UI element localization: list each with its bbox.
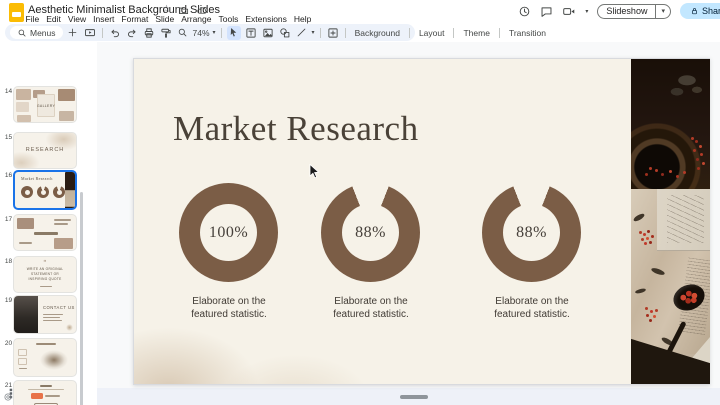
slideshow-dropdown-caret[interactable]: ▾ bbox=[655, 4, 670, 18]
layout-button[interactable]: Layout bbox=[415, 28, 449, 38]
donut-chart-2[interactable]: 88% bbox=[321, 183, 420, 282]
slide-thumbnail-19[interactable]: CONTACT US bbox=[13, 295, 77, 334]
mouse-cursor bbox=[309, 164, 320, 178]
slide-thumbnail-15[interactable]: RESEARCH bbox=[13, 132, 77, 169]
donut-chart-1[interactable]: 100% bbox=[179, 183, 278, 282]
slide-number: 17 bbox=[4, 216, 13, 223]
present-icon[interactable] bbox=[83, 26, 97, 40]
donut-chart-3[interactable]: 88% bbox=[482, 183, 581, 282]
slide-number: 21 bbox=[4, 382, 13, 389]
slide-thumbnail-16-selected[interactable]: Market Research bbox=[13, 170, 77, 210]
menus-search-button[interactable]: Menus bbox=[10, 26, 63, 39]
slide-number: 16 bbox=[4, 172, 13, 179]
stat-caption-3[interactable]: Elaborate on the featured statistic. bbox=[467, 295, 597, 321]
slide-thumbnail-21[interactable] bbox=[13, 380, 77, 405]
google-slides-window: Aesthetic Minimalist Background Slides ☆… bbox=[0, 0, 720, 405]
slide-canvas[interactable]: Market Research 100% 88% 88% Elaborate o… bbox=[133, 58, 710, 385]
redo-button[interactable] bbox=[125, 26, 139, 40]
thumb-market-research-label: Market Research bbox=[21, 176, 53, 181]
botanical-sketch bbox=[657, 189, 710, 251]
zoom-icon[interactable] bbox=[176, 26, 190, 40]
zoom-dropdown-caret[interactable]: ▾ bbox=[213, 29, 216, 36]
thumb-quote-text: WRITE AN ORIGINAL STATEMENT OR INSPIRING… bbox=[26, 267, 64, 281]
zoom-level-value[interactable]: 74% bbox=[193, 28, 210, 38]
meet-dropdown-caret[interactable]: ▾ bbox=[585, 8, 588, 15]
horizontal-scrollbar[interactable] bbox=[400, 395, 428, 399]
thumb-contact-label: CONTACT US bbox=[43, 305, 75, 310]
slide-number: 15 bbox=[4, 134, 13, 141]
version-history-icon[interactable] bbox=[518, 5, 531, 18]
toolbar: Menus 74% ▾ ▾ Background Layout Theme Tr… bbox=[5, 24, 546, 41]
search-icon bbox=[18, 29, 26, 36]
line-dropdown-caret[interactable]: ▾ bbox=[312, 29, 315, 36]
transition-button[interactable]: Transition bbox=[505, 28, 550, 38]
slide-title[interactable]: Market Research bbox=[173, 109, 419, 149]
paint-format-button[interactable] bbox=[159, 26, 173, 40]
share-button[interactable]: Share bbox=[679, 3, 720, 19]
stat-value-2: 88% bbox=[355, 223, 386, 241]
stat-value-1: 100% bbox=[208, 223, 249, 241]
lock-icon bbox=[692, 8, 697, 15]
stat-caption-1[interactable]: Elaborate on the featured statistic. bbox=[164, 295, 294, 321]
thumb-research-label: RESEARCH bbox=[25, 147, 65, 153]
print-button[interactable] bbox=[142, 26, 156, 40]
slide-thumbnail-18[interactable]: “ WRITE AN ORIGINAL STATEMENT OR INSPIRI… bbox=[13, 256, 77, 293]
background-button[interactable]: Background bbox=[351, 28, 404, 38]
filmstrip-scrollbar[interactable] bbox=[80, 192, 83, 405]
dried-flower bbox=[665, 67, 705, 105]
slide-thumbnail-20[interactable] bbox=[13, 338, 77, 377]
quote-mark: “ bbox=[43, 260, 47, 266]
new-slide-button[interactable] bbox=[66, 26, 80, 40]
slideshow-button[interactable]: Slideshow ▾ bbox=[597, 3, 671, 19]
slide-number: 14 bbox=[4, 88, 13, 95]
insert-placeholder-button[interactable] bbox=[326, 26, 340, 40]
slide-number: 18 bbox=[4, 258, 13, 265]
slide-filmstrip: 14 GALLERY 15 RESEARCH 16 Market Researc… bbox=[0, 42, 97, 405]
slide-thumbnail-17[interactable] bbox=[13, 214, 77, 251]
slide-number: 19 bbox=[4, 297, 13, 304]
stat-value-3: 88% bbox=[516, 223, 547, 241]
thumb-gallery-label: GALLERY bbox=[36, 103, 56, 108]
slide-thumbnail-14[interactable]: GALLERY bbox=[13, 86, 77, 123]
meet-video-icon[interactable] bbox=[562, 5, 576, 18]
canvas-bottom-bar bbox=[97, 388, 720, 405]
insert-image-button[interactable] bbox=[261, 26, 275, 40]
select-tool-button[interactable] bbox=[226, 25, 241, 40]
slide-number: 20 bbox=[4, 340, 13, 347]
spiral-icon bbox=[3, 389, 13, 405]
insert-line-button[interactable] bbox=[295, 26, 309, 40]
slide-photo[interactable] bbox=[631, 59, 710, 384]
text-box-button[interactable] bbox=[244, 26, 258, 40]
insert-shape-button[interactable] bbox=[278, 26, 292, 40]
undo-button[interactable] bbox=[108, 26, 122, 40]
theme-button[interactable]: Theme bbox=[459, 28, 493, 38]
stat-caption-2[interactable]: Elaborate on the featured statistic. bbox=[306, 295, 436, 321]
comments-icon[interactable] bbox=[540, 5, 553, 18]
